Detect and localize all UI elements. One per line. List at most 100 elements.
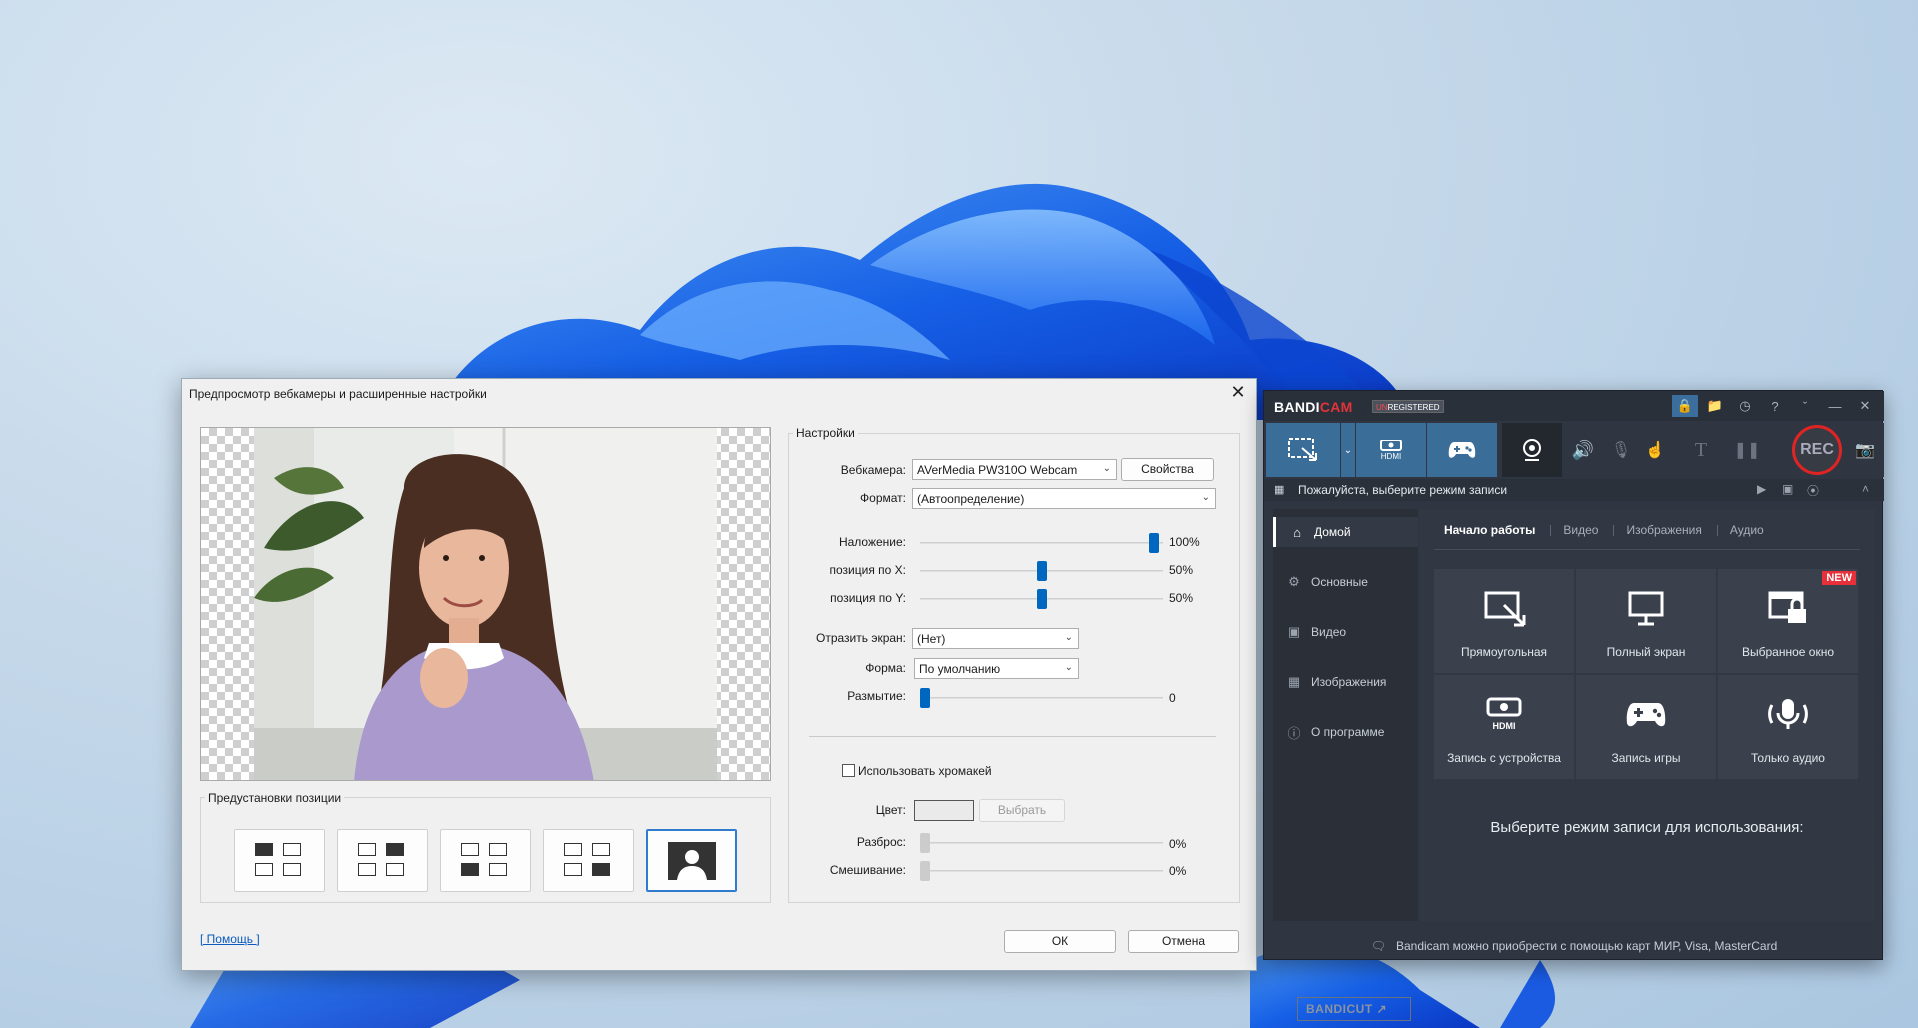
mode-dropdown-button[interactable]: ⌄ — [1341, 423, 1355, 477]
preset-top-right[interactable] — [337, 829, 428, 892]
sidebar-item-home[interactable]: ⌂ Домой — [1273, 517, 1418, 547]
screen-mode-button[interactable] — [1266, 423, 1340, 477]
preset-bottom-left[interactable] — [440, 829, 531, 892]
bandicam-main-panel: Начало работы Видео Изображения Аудио Пр… — [1419, 509, 1875, 921]
device-mode-button[interactable]: HDMI — [1356, 423, 1426, 477]
preset-fullscreen[interactable] — [646, 829, 737, 892]
tab-audio[interactable]: Аудио — [1718, 523, 1780, 543]
footer-text[interactable]: Bandicam можно приобрести с помощью карт… — [1396, 939, 1777, 953]
choose-mode-text: Выберите режим записи для использования: — [1490, 819, 1804, 836]
rectangle-area-icon — [1288, 438, 1317, 461]
chevron-down-icon: ⌄ — [1064, 662, 1073, 673]
microphone-muted-icon: 🎙 — [1610, 442, 1632, 459]
format-select[interactable]: (Автоопределение) ⌄ — [912, 488, 1216, 509]
pause-button[interactable]: ❚❚ — [1730, 423, 1764, 477]
bandicam-sidebar: ⌂ Домой ⚙ Основные ▣ Видео ▦ Изображения ⓘ О … — [1273, 509, 1418, 1021]
record-button[interactable]: REC — [1792, 425, 1842, 475]
bandicam-footer: 🗨 Bandicam можно приобрести с помощью ка… — [1264, 931, 1884, 961]
speaker-icon: 🔊 — [1571, 439, 1595, 460]
choose-color-button[interactable]: Выбрать — [979, 799, 1065, 822]
properties-button[interactable]: Свойства — [1121, 458, 1214, 481]
preset-bottom-right[interactable] — [543, 829, 634, 892]
cursor-effect-icon: ☝ — [1645, 442, 1665, 459]
locked-window-icon — [1768, 591, 1806, 623]
chevron-down-icon: ⌄ — [1201, 492, 1210, 503]
overlay-label: Наложение: — [838, 535, 906, 549]
home-icon: ⌂ — [1293, 524, 1301, 540]
webcam-select[interactable]: AVerMedia PW310O Webcam ⌄ — [912, 459, 1117, 480]
tab-getting-started[interactable]: Начало работы — [1434, 523, 1552, 543]
color-label: Цвет: — [875, 803, 906, 817]
chevron-down-icon: ⌄ — [1102, 463, 1111, 474]
position-x-slider-thumb[interactable] — [1037, 561, 1047, 581]
unregistered-badge: UNREGISTERED — [1372, 400, 1444, 413]
chevron-down-icon: ⌄ — [1064, 632, 1073, 643]
broadcast-icon[interactable]: ⦿ — [1807, 482, 1819, 499]
video-camera-icon[interactable]: ▶ — [1757, 482, 1766, 496]
chevron-down-icon: ⌄ — [1343, 444, 1353, 456]
chroma-key-checkbox[interactable] — [842, 764, 855, 777]
spread-value: 0% — [1169, 837, 1187, 851]
settings-group-label: Настройки — [793, 426, 858, 440]
text-icon: T — [1694, 438, 1708, 461]
close-button[interactable]: ✕ — [1226, 382, 1250, 404]
shape-select[interactable]: По умолчанию ⌄ — [914, 658, 1079, 679]
fullscreen-icon — [1628, 591, 1664, 626]
tile-fullscreen-mode[interactable]: Полный экран — [1576, 569, 1716, 673]
position-y-slider-thumb[interactable] — [1037, 589, 1047, 609]
mix-slider-thumb[interactable] — [920, 861, 930, 881]
tile-window-mode[interactable]: NEW Выбранное окно — [1718, 569, 1858, 673]
folder-icon[interactable]: 📁 — [1702, 395, 1728, 417]
mirror-label: Отразить экран: — [815, 631, 906, 645]
overlay-slider-track[interactable] — [920, 542, 1163, 544]
microphone-button[interactable]: 🎙 — [1604, 423, 1638, 477]
bandicut-button[interactable]: BANDICUT ↗ — [1297, 997, 1411, 1021]
tab-images[interactable]: Изображения — [1614, 523, 1718, 543]
mirror-select[interactable]: (Нет) ⌄ — [912, 628, 1079, 649]
mouse-click-button[interactable]: ☝ — [1638, 423, 1672, 477]
blur-slider-track[interactable] — [920, 697, 1163, 699]
blur-slider-thumb[interactable] — [920, 688, 930, 708]
close-icon[interactable]: ✕ — [1852, 395, 1878, 417]
bandicam-window: BANDICAM UNREGISTERED 🔒 📁 ◷ ? ˇ — ✕ ⌄ HD… — [1263, 390, 1884, 1021]
help-link[interactable]: [ Помощь ] — [200, 932, 260, 946]
webcam-toggle-button[interactable] — [1502, 423, 1562, 477]
cancel-button[interactable]: Отмена — [1128, 930, 1239, 953]
spread-slider-track[interactable] — [920, 842, 1163, 844]
sidebar-item-images[interactable]: ▦ Изображения — [1273, 667, 1418, 697]
screenshot-button[interactable]: 📷 — [1848, 423, 1882, 477]
ok-button[interactable]: ОК — [1004, 930, 1116, 953]
minimize-icon[interactable]: — — [1822, 395, 1848, 417]
preset-top-left[interactable] — [234, 829, 325, 892]
sidebar-item-video[interactable]: ▣ Видео — [1273, 617, 1418, 647]
chroma-color-swatch[interactable] — [914, 800, 974, 821]
bandicam-toolbar: ⌄ HDMI 🔊 🎙 ☝ T ❚❚ REC 📷 — [1264, 423, 1884, 477]
timer-icon[interactable]: ◷ — [1732, 395, 1758, 417]
chevron-up-icon[interactable]: ˄ — [1862, 482, 1869, 496]
lock-icon[interactable]: 🔒 — [1672, 395, 1698, 417]
picture-icon[interactable]: ▣ — [1782, 482, 1793, 496]
mix-slider-track[interactable] — [920, 870, 1163, 872]
game-mode-button[interactable] — [1427, 423, 1497, 477]
hdmi-device-icon: HDMI — [1486, 697, 1522, 731]
spread-slider-thumb[interactable] — [920, 833, 930, 853]
text-overlay-button[interactable]: T — [1684, 423, 1718, 477]
speaker-button[interactable]: 🔊 — [1566, 423, 1600, 477]
tile-game-mode[interactable]: Запись игры — [1576, 675, 1716, 779]
home-tabs: Начало работы Видео Изображения Аудио — [1434, 523, 1780, 543]
blur-value: 0 — [1169, 691, 1176, 705]
tile-device-mode[interactable]: HDMI Запись с устройства — [1434, 675, 1574, 779]
tabs-underline — [1434, 549, 1860, 550]
tile-audio-mode[interactable]: Только аудио — [1718, 675, 1858, 779]
new-badge: NEW — [1822, 571, 1856, 585]
bandicam-titlebar: BANDICAM UNREGISTERED 🔒 📁 ◷ ? ˇ — ✕ — [1264, 391, 1884, 421]
help-icon[interactable]: ? — [1762, 395, 1788, 417]
collapse-icon[interactable]: ˇ — [1792, 395, 1818, 417]
mix-value: 0% — [1169, 864, 1187, 878]
hdmi-icon — [1380, 439, 1402, 451]
sidebar-item-about[interactable]: ⓘ О программе — [1273, 717, 1418, 747]
tile-rectangle-mode[interactable]: Прямоугольная — [1434, 569, 1574, 673]
tab-video[interactable]: Видео — [1551, 523, 1615, 543]
overlay-slider-thumb[interactable] — [1149, 533, 1159, 553]
sidebar-item-general[interactable]: ⚙ Основные — [1273, 567, 1418, 597]
